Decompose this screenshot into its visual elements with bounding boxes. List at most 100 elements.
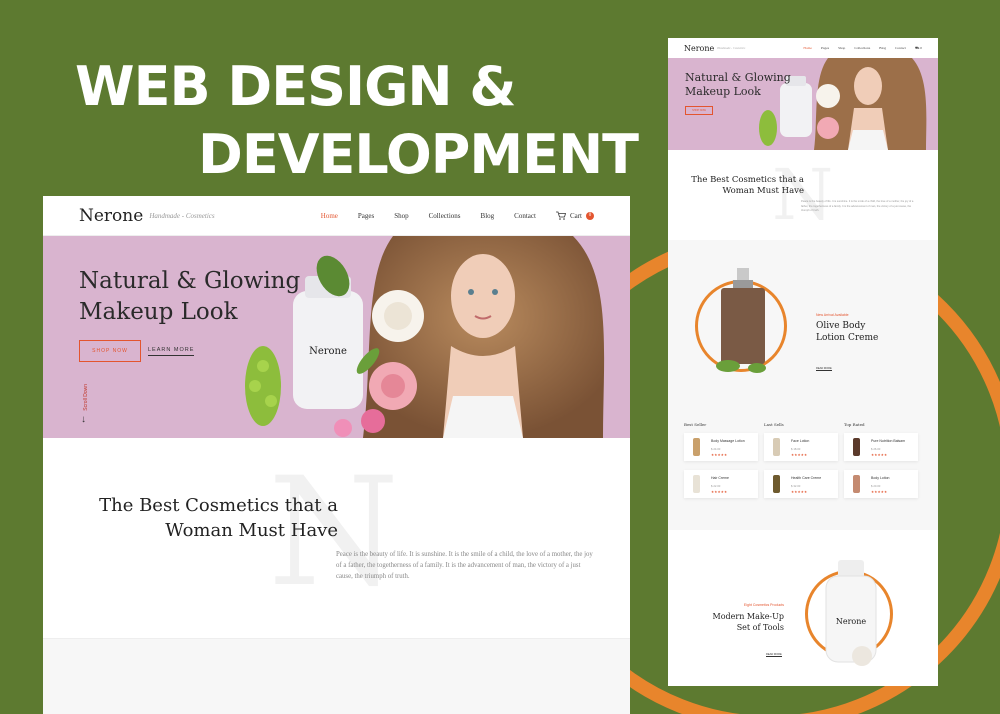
site-tagline: Handmade - Cosmetics [149, 211, 215, 220]
product-card[interactable]: Body Lotion $ 20.00 ★★★★★ [844, 470, 918, 498]
product-card[interactable]: Pure Nutrition Balsam $ 26.00 ★★★★★ [844, 433, 918, 461]
feature-eyebrow: New Arrival Available [816, 313, 849, 317]
nav-collections[interactable]: Collections [429, 212, 461, 220]
hero-title-line-2: Makeup Look [79, 299, 238, 325]
scroll-down-label[interactable]: Scroll Down [83, 384, 89, 411]
product-name: Face Lotion [791, 439, 810, 443]
tools-eyebrow: Eight Cosmetics Products [743, 603, 784, 607]
cart-button[interactable]: Cart 0 [555, 211, 594, 220]
cart-count-badge: 0 [586, 211, 594, 220]
product-column-heading: Top Rated [844, 422, 865, 427]
desktop-mockup: Nerone Handmade - Cosmetics Home Pages S… [43, 196, 630, 714]
hero-title: Natural & Glowing Makeup Look [79, 266, 300, 328]
product-name: Body Massage Lotion [711, 439, 745, 443]
intro-title-line-1: The Best Cosmetics that a [99, 495, 338, 516]
mini-intro-title: The Best Cosmetics that a Woman Must Hav… [686, 175, 804, 197]
mini-cart-count: 0 [920, 45, 922, 50]
intro-text: Peace is the beauty of life. It is sunsh… [336, 551, 593, 580]
product-name: Body Lotion [871, 476, 890, 480]
intro-section: N The Best Cosmetics that a Woman Must H… [43, 438, 630, 638]
product-column-heading: Best Seller [684, 422, 707, 427]
mini-tools-section: Nerone Eight Cosmetics Products Modern M… [668, 530, 938, 686]
product-rating-stars: ★★★★★ [791, 490, 808, 494]
learn-more-button[interactable]: LEARN MORE [148, 347, 195, 356]
product-thumbnail [773, 438, 780, 456]
product-rating-stars: ★★★★★ [711, 490, 728, 494]
nav-pages[interactable]: Pages [358, 212, 374, 220]
mini-nav-contact[interactable]: Contact [895, 46, 906, 51]
tools-read-more[interactable]: READ MORE [766, 653, 782, 657]
site-header: Nerone Handmade - Cosmetics Home Pages S… [43, 196, 630, 236]
product-rating-stars: ★★★★★ [711, 453, 728, 457]
product-card[interactable]: Hair Creme $ 22.00 ★★★★★ [684, 470, 758, 498]
product-rating-stars: ★★★★★ [791, 453, 808, 457]
shop-now-button[interactable]: SHOP NOW [79, 340, 141, 362]
mini-intro-section: N The Best Cosmetics that a Woman Must H… [668, 150, 938, 240]
product-thumbnail [693, 438, 700, 456]
feature-title: Olive Body Lotion Creme [816, 320, 878, 344]
site-logo[interactable]: Nerone [79, 206, 143, 226]
cart-label: Cart [569, 211, 582, 220]
mini-nav-blog[interactable]: Blog [879, 46, 886, 51]
tools-bottle-label: Nerone [836, 617, 867, 626]
feature-read-more[interactable]: READ MORE [816, 367, 832, 371]
product-card[interactable]: Body Massage Lotion $ 24.00 ★★★★★ [684, 433, 758, 461]
tools-title-line-2: Set of Tools [736, 623, 784, 632]
nav-home[interactable]: Home [321, 212, 338, 220]
hero-title-line-1: Natural & Glowing [79, 268, 301, 294]
headline-line-2: DEVELOPMENT [198, 123, 639, 186]
product-thumbnail [853, 438, 860, 456]
mini-intro-title-line-1: The Best Cosmetics that a [691, 175, 804, 185]
headline-line-1: WEB DESIGN & [75, 55, 517, 118]
full-page-mockup: Nerone Handmade - Cosmetics Home Pages S… [668, 38, 938, 686]
product-price: $ 32.00 [791, 484, 801, 488]
mini-nav-pages[interactable]: Pages [821, 46, 829, 51]
product-name: Health Care Creme [791, 476, 822, 480]
intro-title: The Best Cosmetics that a Woman Must Hav… [83, 493, 338, 543]
nav-blog[interactable]: Blog [481, 212, 495, 220]
cart-icon [555, 211, 566, 220]
product-rating-stars: ★★★★★ [871, 453, 888, 457]
product-card[interactable]: Health Care Creme $ 32.00 ★★★★★ [764, 470, 838, 498]
product-thumbnail [853, 475, 860, 493]
product-price: $ 26.00 [871, 447, 881, 451]
mini-nav-home[interactable]: Home [803, 46, 812, 51]
product-name: Pure Nutrition Balsam [871, 439, 906, 443]
nav-shop[interactable]: Shop [394, 212, 408, 220]
product-column-heading: Last Sells [764, 422, 784, 427]
mini-hero: Natural & Glowing Makeup Look SHOP NOW [668, 58, 938, 150]
nav-contact[interactable]: Contact [514, 212, 536, 220]
feature-title-line-1: Olive Body [816, 321, 866, 331]
mini-shop-now-button[interactable]: SHOP NOW [685, 106, 713, 115]
mini-cart-button[interactable]: ⛟ 0 [915, 46, 922, 51]
product-card[interactable]: Face Lotion $ 18.00 ★★★★★ [764, 433, 838, 461]
arrow-down-icon[interactable]: ↓ [81, 414, 86, 425]
product-name: Hair Creme [711, 476, 729, 480]
mini-intro-title-line-2: Woman Must Have [722, 186, 804, 196]
feature-title-line-2: Lotion Creme [816, 333, 879, 343]
mini-hero-title-line-2: Makeup Look [685, 85, 761, 98]
tools-title-line-1: Modern Make-Up [712, 612, 785, 621]
product-thumbnail [773, 475, 780, 493]
hero-banner: Nerone Natural & Glowing Makeup Look SHO… [43, 236, 630, 438]
main-nav: Home Pages Shop Collections Blog Contact… [321, 211, 594, 220]
product-price: $ 22.00 [711, 484, 721, 488]
mini-hero-title-line-1: Natural & Glowing [685, 71, 791, 84]
product-price: $ 20.00 [871, 484, 881, 488]
mini-logo[interactable]: Nerone [684, 44, 714, 53]
mini-nav: Home Pages Shop Collections Blog Contact… [803, 46, 922, 51]
mini-feature-section: New Arrival Available Olive Body Lotion … [668, 240, 938, 530]
mini-cart-icon: ⛟ [914, 45, 920, 50]
product-thumbnail [693, 475, 700, 493]
tools-title: Modern Make-Up Set of Tools [688, 611, 785, 633]
intro-title-line-2: Woman Must Have [165, 520, 338, 541]
product-price: $ 24.00 [711, 447, 721, 451]
product-price: $ 18.00 [791, 447, 801, 451]
mini-intro-text: Peace is the beauty of life. It is sunsh… [801, 200, 914, 212]
mini-nav-collections[interactable]: Collections [854, 46, 870, 51]
mini-nav-shop[interactable]: Shop [838, 46, 845, 51]
tools-bottle-image: Nerone [825, 560, 877, 666]
next-section [43, 638, 630, 714]
mini-header: Nerone Handmade - Cosmetics Home Pages S… [668, 38, 938, 58]
mini-tagline: Handmade - Cosmetics [717, 46, 746, 50]
